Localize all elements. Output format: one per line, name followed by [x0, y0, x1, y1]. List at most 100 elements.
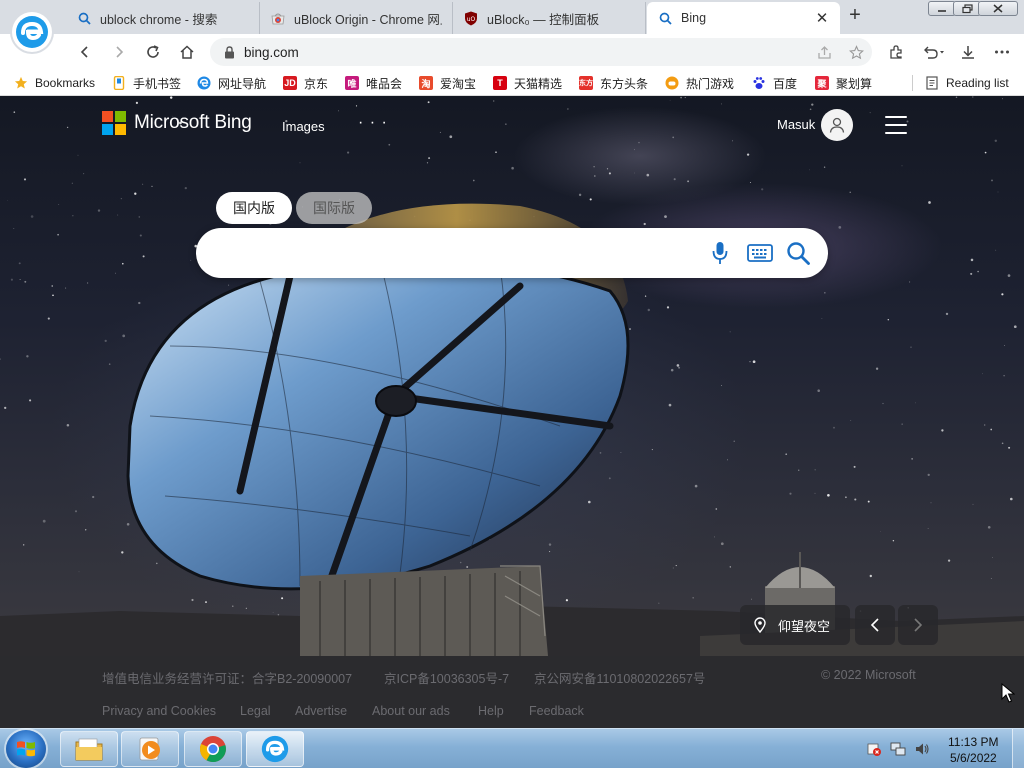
bookmark-label: 热门游戏 — [686, 76, 735, 91]
search-input[interactable] — [216, 241, 696, 265]
reading-list-button[interactable]: Reading list — [925, 74, 1009, 92]
forward-button[interactable] — [106, 39, 132, 65]
search-icon[interactable] — [784, 239, 812, 267]
bookmarks-divider — [912, 75, 913, 91]
bing-logo[interactable]: Microsoft Bing — [102, 111, 252, 135]
chrome-webstore-icon — [270, 10, 286, 26]
bookmark-taobao[interactable]: 淘 爱淘宝 — [419, 74, 476, 92]
bookmark-label: 京东 — [304, 76, 329, 91]
start-button[interactable] — [6, 730, 46, 768]
bing-title: Microsoft Bing — [134, 112, 252, 133]
tab-ublock-dashboard[interactable]: uO uBlock₀ — 控制面板 — [453, 2, 646, 34]
volume-icon[interactable] — [914, 741, 930, 757]
nav-more-button[interactable]: · · · — [358, 114, 388, 132]
vip-icon: 唯 — [345, 76, 359, 90]
clock-date[interactable]: 5/6/2022 — [950, 751, 997, 765]
bookmark-games[interactable]: 热门游戏 — [665, 74, 734, 92]
microphone-icon[interactable] — [706, 239, 734, 267]
tmall-icon: T — [493, 76, 507, 90]
svg-text:uO: uO — [467, 16, 476, 23]
home-button[interactable] — [174, 39, 200, 65]
new-tab-button[interactable]: + — [845, 5, 865, 26]
tab-ublock-search[interactable]: ublock chrome - 搜索 — [66, 2, 260, 34]
bookmark-baidu[interactable]: 百度 — [752, 74, 797, 92]
minimize-button[interactable] — [928, 1, 956, 16]
taskbar-browser[interactable] — [246, 731, 304, 767]
address-text[interactable]: bing.com — [244, 45, 299, 60]
footer-link-advertise[interactable]: Advertise — [295, 704, 347, 718]
bing-footer: 增值电信业务经营许可证：合字B2-20090007 京ICP备10036305号… — [0, 656, 1024, 728]
favorite-star-icon[interactable] — [848, 44, 864, 60]
hamburger-menu-icon[interactable] — [885, 116, 907, 134]
windows-taskbar: 11:13 PM 5/6/2022 — [0, 728, 1024, 768]
taskbar-file-explorer[interactable] — [60, 731, 118, 767]
bookmark-tmall[interactable]: T 天猫精选 — [493, 74, 562, 92]
reload-button[interactable] — [140, 39, 166, 65]
extensions-icon[interactable] — [883, 39, 909, 65]
bookmark-juhuasuan[interactable]: 聚 聚划算 — [815, 74, 872, 92]
previous-image-button[interactable] — [855, 605, 895, 645]
phone-bookmark-icon — [112, 76, 126, 90]
windows-logo-icon — [17, 741, 35, 757]
address-bar[interactable]: bing.com — [210, 38, 872, 66]
license-text[interactable]: 增值电信业务经营许可证：合字B2-20090007 — [102, 668, 352, 687]
radio-telescope-image — [0, 203, 1024, 656]
tab-ublock-webstore[interactable]: uBlock Origin - Chrome 网上 — [260, 2, 453, 34]
footer-link-legal[interactable]: Legal — [240, 704, 271, 718]
back-button[interactable] — [72, 39, 98, 65]
bookmark-jd[interactable]: JD 京东 — [283, 74, 328, 92]
image-info-button[interactable]: 仰望夜空 — [740, 605, 850, 645]
bookmark-label: 聚划算 — [836, 76, 873, 91]
keyboard-icon[interactable] — [746, 239, 774, 267]
close-tab-icon[interactable]: ✕ — [814, 10, 830, 27]
baidu-icon — [752, 76, 766, 90]
chrome-icon — [199, 736, 226, 763]
icp-text[interactable]: 京ICP备10036305号-7 — [384, 668, 509, 687]
next-image-button[interactable] — [898, 605, 938, 645]
action-center-icon[interactable] — [866, 741, 882, 757]
police-record-text[interactable]: 京公网安备11010802022657号 — [534, 668, 705, 687]
bookmark-vip[interactable]: 唯 唯品会 — [345, 74, 402, 92]
show-desktop-button[interactable] — [1012, 729, 1024, 768]
bookmark-label: 爱淘宝 — [440, 76, 477, 91]
network-icon[interactable] — [890, 741, 906, 757]
browser-logo-icon[interactable] — [12, 12, 52, 52]
bookmark-mobile[interactable]: 手机书签 — [112, 74, 181, 92]
scope-international-tab[interactable]: 国际版 — [296, 192, 372, 224]
sign-in-link[interactable]: Masuk — [777, 117, 815, 132]
bookmark-nav[interactable]: 网址导航 — [197, 74, 266, 92]
bookmark-label: 唯品会 — [366, 76, 403, 91]
taskbar-chrome[interactable] — [184, 731, 242, 767]
bookmark-label: 天猫精选 — [514, 76, 563, 91]
taskbar-media-player[interactable] — [121, 731, 179, 767]
tab-strip: ublock chrome - 搜索 uBlock Origin - Chrom… — [0, 0, 1024, 34]
user-avatar-icon[interactable] — [821, 109, 853, 141]
media-player-icon — [139, 737, 160, 761]
bookmark-bookmarks[interactable]: Bookmarks — [14, 74, 95, 92]
footer-link-help[interactable]: Help — [478, 704, 504, 718]
jd-icon: JD — [283, 76, 297, 90]
footer-link-about-ads[interactable]: About our ads — [372, 704, 450, 718]
copyright-text: © 2022 Microsoft — [821, 668, 916, 682]
tab-title: uBlock Origin - Chrome 网上 — [294, 12, 442, 27]
search-icon — [76, 10, 92, 26]
ublock-icon: uO — [463, 10, 479, 26]
restore-button[interactable] — [953, 1, 981, 16]
share-icon[interactable] — [816, 44, 832, 60]
bookmark-toutiao[interactable]: 东方 东方头条 — [579, 74, 648, 92]
download-icon[interactable] — [955, 39, 981, 65]
reading-list-icon — [925, 76, 939, 90]
scope-domestic-tab[interactable]: 国内版 — [216, 192, 292, 224]
tab-bing[interactable]: Bing ✕ — [647, 2, 840, 34]
folder-icon — [75, 738, 103, 761]
close-window-button[interactable] — [978, 1, 1018, 16]
footer-link-privacy[interactable]: Privacy and Cookies — [102, 704, 216, 718]
nav-images-link[interactable]: Images — [282, 119, 325, 134]
clock-time[interactable]: 11:13 PM — [948, 735, 998, 749]
footer-link-feedback[interactable]: Feedback — [529, 704, 584, 718]
lock-icon[interactable] — [222, 45, 236, 59]
undo-menu-icon[interactable] — [918, 39, 948, 65]
star-icon — [14, 76, 28, 90]
tab-title: ublock chrome - 搜索 — [100, 12, 218, 27]
more-menu-icon[interactable] — [989, 39, 1015, 65]
